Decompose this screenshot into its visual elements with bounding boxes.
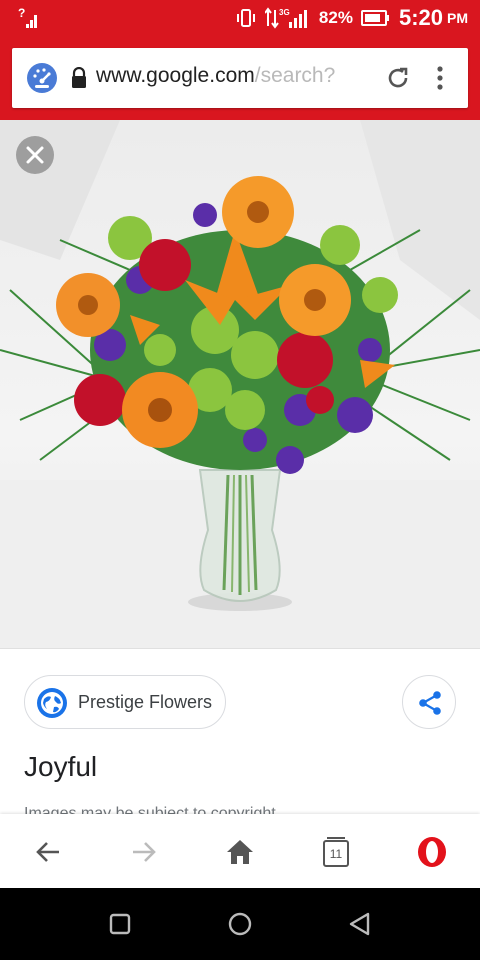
opera-logo-icon	[418, 837, 446, 867]
reload-icon[interactable]	[384, 64, 412, 92]
recent-apps-icon[interactable]	[106, 910, 134, 938]
opera-menu-button[interactable]	[412, 832, 452, 872]
url-path: /search?	[254, 64, 336, 87]
battery-icon	[360, 10, 389, 26]
tab-count: 11	[329, 847, 343, 861]
close-icon	[26, 146, 44, 164]
vibrate-icon	[236, 9, 255, 27]
url-text[interactable]: www.google.com/search?	[96, 64, 380, 92]
source-site-name: Prestige Flowers	[78, 692, 213, 712]
image-preview[interactable]	[0, 120, 480, 648]
share-button[interactable]	[402, 675, 456, 729]
sim-indicator: ?	[18, 6, 25, 20]
status-right: 3G 82% 5:20 PM	[235, 0, 468, 36]
home-button[interactable]	[220, 832, 260, 872]
arrow-right-icon	[133, 842, 156, 862]
home-icon	[227, 840, 253, 864]
signal-3g-icon: 3G	[264, 7, 307, 29]
back-triangle-icon[interactable]	[346, 910, 374, 938]
arrow-left-icon	[36, 842, 59, 862]
network-type-label: 3G	[279, 8, 290, 17]
tabs-button[interactable]: 11	[316, 832, 356, 872]
more-menu-icon[interactable]	[432, 64, 448, 92]
source-site-chip[interactable]: Prestige Flowers	[24, 675, 226, 729]
battery-percent: 82%	[318, 8, 353, 27]
address-bar[interactable]: www.google.com/search?	[12, 48, 468, 108]
close-preview-button[interactable]	[16, 136, 54, 174]
copyright-note: Images may be subject to copyright.	[24, 805, 281, 814]
flower-bouquet-image	[0, 120, 480, 648]
back-button[interactable]	[28, 832, 68, 872]
url-host: www.google.com	[96, 64, 255, 87]
home-circle-icon[interactable]	[226, 910, 254, 938]
share-icon	[419, 691, 441, 715]
status-bar: ? 3G 82% 5:20 PM	[0, 0, 480, 36]
image-title: Joyful	[24, 751, 98, 782]
signal-no-sim-icon: ?	[18, 6, 37, 28]
speed-dial-icon[interactable]	[26, 62, 58, 94]
lock-icon	[72, 67, 86, 88]
clock-time: 5:20	[398, 5, 443, 30]
clock-ampm: PM	[447, 10, 468, 26]
globe-icon	[37, 688, 67, 718]
browser-header: www.google.com/search?	[0, 36, 480, 120]
browser-toolbar: 11	[0, 814, 480, 888]
image-info-panel: Prestige Flowers Joyful Images may be su…	[0, 648, 480, 814]
system-navigation-bar	[0, 888, 480, 960]
forward-button[interactable]	[124, 832, 164, 872]
